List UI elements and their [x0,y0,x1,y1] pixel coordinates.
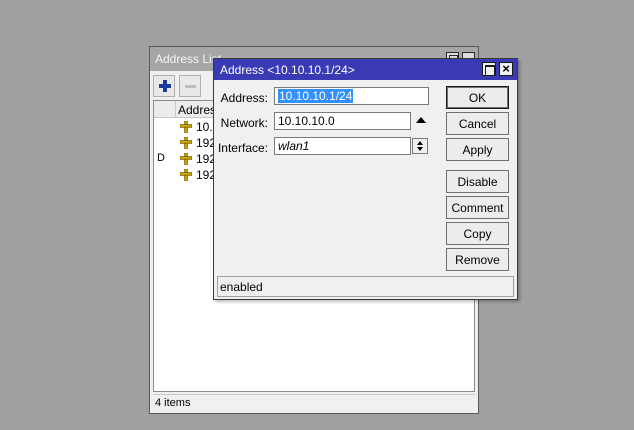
updown-arrow-icon [417,147,423,151]
address-plus-icon [180,137,192,149]
close-icon: × [502,61,510,76]
address-list-status: 4 items [153,394,475,411]
address-label: Address: [220,91,268,105]
close-button[interactable]: × [499,61,513,76]
dialog-status: enabled [217,276,514,297]
interface-select[interactable]: wlan1 [274,137,411,155]
dialog-titlebar[interactable]: Address <10.10.10.1/24> [214,59,517,80]
network-label: Network: [220,116,268,130]
apply-button[interactable]: Apply [446,138,509,161]
network-input[interactable]: 10.10.10.0 [274,112,411,130]
updown-arrow-icon [417,141,423,145]
cancel-button[interactable]: Cancel [446,112,509,135]
address-plus-icon [180,121,192,133]
remove-button[interactable]: Remove [446,248,509,271]
triangle-up-icon[interactable] [416,117,426,123]
plus-icon [159,80,171,92]
flag-column-header[interactable] [154,101,176,118]
dialog-title: Address <10.10.10.1/24> [220,63,355,77]
comment-button[interactable]: Comment [446,196,509,219]
address-plus-icon [180,169,192,181]
interface-dropdown-button[interactable] [412,138,428,154]
maximize-icon[interactable] [482,62,496,76]
copy-button[interactable]: Copy [446,222,509,245]
address-input[interactable]: 10.10.10.1/24 [274,87,429,105]
address-list-title: Address List [155,52,222,66]
address-value: 10.10.10.1/24 [278,89,354,103]
row-flag: D [157,152,165,164]
address-dialog[interactable]: Address <10.10.10.1/24> × Address: 10.10… [213,58,518,300]
minus-icon [185,85,196,88]
remove-button[interactable] [179,75,201,97]
interface-label: Interface: [217,141,268,155]
add-button[interactable] [153,75,175,97]
ok-button[interactable]: OK [446,86,509,109]
disable-button[interactable]: Disable [446,170,509,193]
address-plus-icon [180,153,192,165]
